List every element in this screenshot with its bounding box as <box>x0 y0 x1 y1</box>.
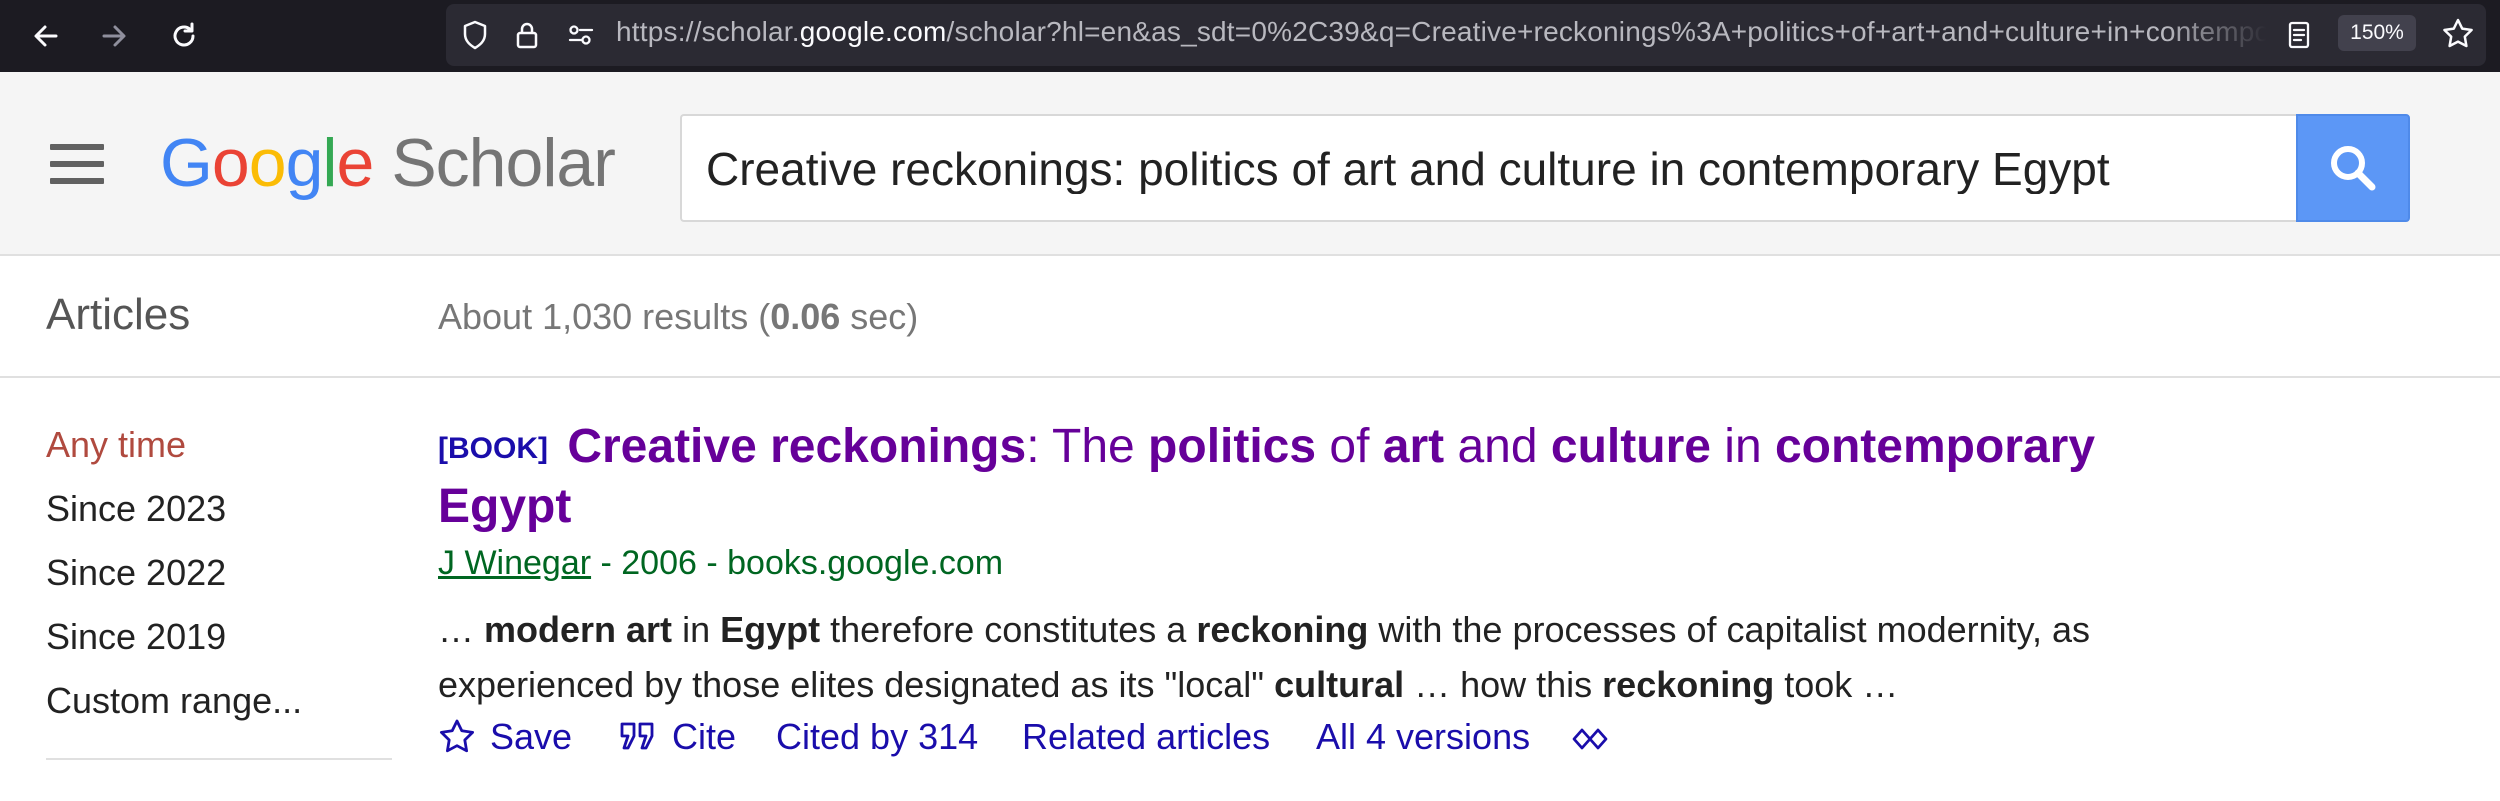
shield-icon[interactable] <box>458 18 492 52</box>
star-icon <box>2443 18 2473 48</box>
search-box <box>680 114 2298 222</box>
zoom-level-badge[interactable]: 150% <box>2338 15 2416 51</box>
url-path: /scholar?hl=en&as_sdt=0%2C39&q=Creative+… <box>946 16 2266 47</box>
title-fragment: of <box>1316 420 1383 473</box>
filter-since-2022[interactable]: Since 2022 <box>46 552 226 594</box>
title-fragment: contemporary <box>1774 420 2096 473</box>
google-scholar-logo[interactable]: Google Scholar <box>160 124 616 202</box>
hamburger-icon-bar <box>50 161 104 167</box>
title-fragment: culture <box>1550 420 1711 473</box>
star-icon <box>440 719 474 753</box>
snippet-fragment: took … <box>1774 664 1899 705</box>
cited-by-link[interactable]: Cited by 314 <box>776 716 978 758</box>
filter-any-time[interactable]: Any time <box>46 424 186 466</box>
quote-icon <box>620 722 654 750</box>
arrow-right-icon <box>102 25 126 47</box>
result-type-tag: [BOOK] <box>438 432 548 465</box>
forward-button[interactable] <box>92 14 136 58</box>
results-count: About 1,030 results (0.06 sec) <box>438 296 919 337</box>
url-text[interactable]: https://scholar.google.com/scholar?hl=en… <box>616 16 2266 50</box>
result-source: - 2006 - books.google.com <box>591 544 1004 582</box>
filter-since-2023[interactable]: Since 2023 <box>46 488 226 530</box>
back-button[interactable] <box>24 14 68 58</box>
snippet-fragment: reckoning <box>1602 664 1775 705</box>
result-title-link[interactable]: Creative reckonings: The politics of art… <box>438 420 2095 533</box>
author-link[interactable]: J Winegar <box>438 544 591 582</box>
result-meta: J Winegar - 2006 - books.google.com <box>438 544 1003 583</box>
bookmark-button[interactable] <box>2436 12 2480 56</box>
title-fragment: art <box>1382 420 1445 473</box>
filter-since-2019[interactable]: Since 2019 <box>46 616 226 658</box>
cite-button[interactable]: Cite <box>618 716 736 758</box>
save-button[interactable]: Save <box>438 716 572 758</box>
title-fragment: : The <box>1026 420 1149 473</box>
title-fragment: Egypt <box>438 480 572 533</box>
browser-toolbar: https://scholar.google.com/scholar?hl=en… <box>0 0 2500 72</box>
search-input[interactable] <box>706 144 2266 194</box>
lock-icon[interactable] <box>510 18 544 52</box>
more-button[interactable] <box>1570 722 1614 756</box>
menu-button[interactable] <box>46 138 108 190</box>
snippet-fragment: in <box>672 609 721 650</box>
url-domain: google.com <box>799 16 947 47</box>
snippet-fragment: cultural <box>1274 664 1405 705</box>
title-fragment: Creative reckonings <box>567 420 1027 473</box>
site-permissions-icon[interactable] <box>564 18 598 52</box>
snippet-fragment: … how this <box>1404 664 1603 705</box>
results-bar: Articles About 1,030 results (0.06 sec) <box>0 256 2500 378</box>
double-chevron-icon <box>1572 728 1608 750</box>
title-fragment: in <box>1710 420 1775 473</box>
sidebar-divider <box>46 758 392 760</box>
reload-icon <box>173 22 195 47</box>
hamburger-icon-bar <box>50 178 104 184</box>
reload-button[interactable] <box>162 14 206 58</box>
result-title[interactable]: [BOOK] Creative reckonings: The politics… <box>438 418 2158 536</box>
result-snippet: … modern art in Egypt therefore constitu… <box>438 602 2158 712</box>
scholar-header: Google Scholar <box>0 72 2500 256</box>
filter-custom-range[interactable]: Custom range... <box>46 680 302 722</box>
snippet-fragment: reckoning <box>1196 609 1369 650</box>
snippet-fragment: modern art <box>484 609 673 650</box>
arrow-left-icon <box>34 25 58 47</box>
section-title: Articles <box>46 290 191 339</box>
hamburger-icon-bar <box>50 144 104 150</box>
snippet-fragment: Egypt <box>720 609 821 650</box>
snippet-fragment: … <box>438 609 485 650</box>
related-articles-link[interactable]: Related articles <box>1022 716 1270 758</box>
reader-view-icon[interactable] <box>2282 18 2316 52</box>
all-versions-link[interactable]: All 4 versions <box>1316 716 1530 758</box>
snippet-fragment: therefore constitutes a <box>820 609 1197 650</box>
search-icon <box>2331 146 2376 191</box>
search-button[interactable] <box>2296 114 2410 222</box>
title-fragment: and <box>1444 420 1551 473</box>
url-prefix: https://scholar. <box>616 16 800 47</box>
url-fade <box>2166 12 2266 52</box>
title-fragment: politics <box>1148 420 1317 473</box>
